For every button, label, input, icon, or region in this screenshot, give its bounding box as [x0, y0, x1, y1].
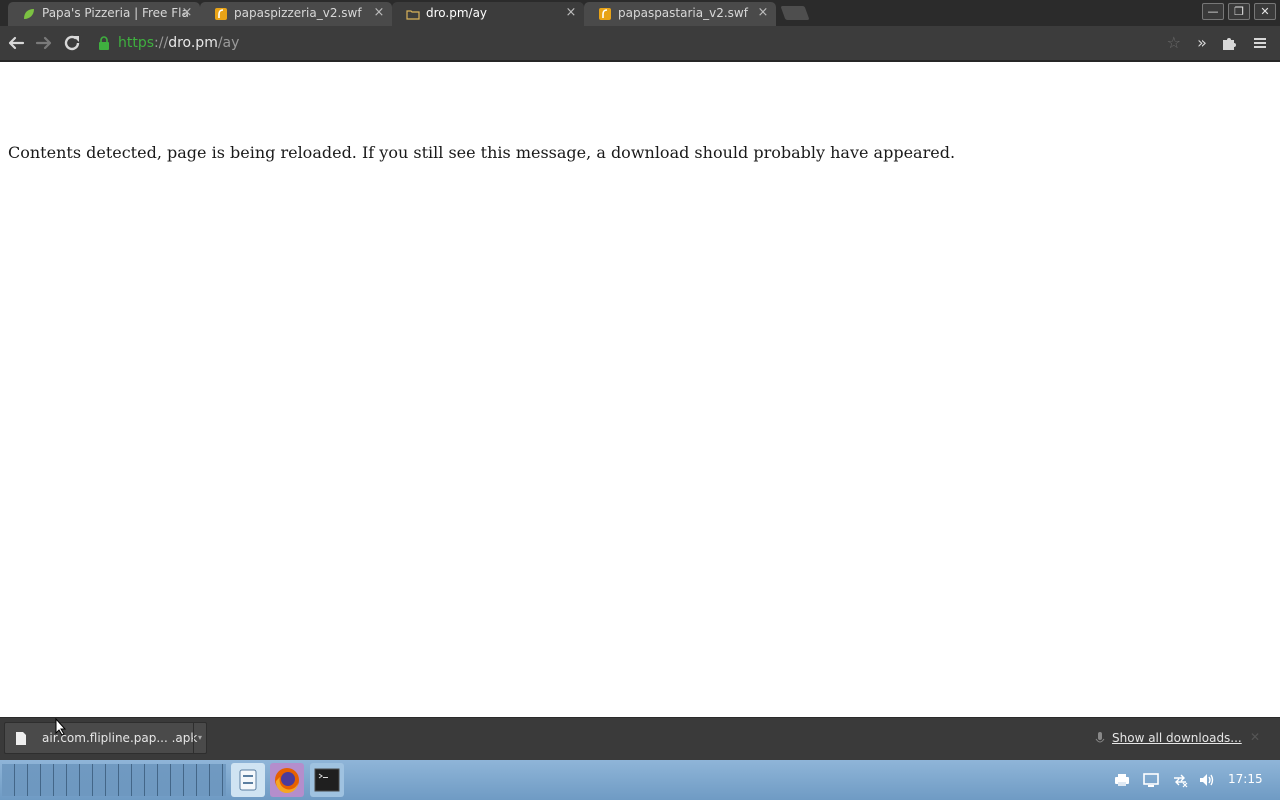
tab-papaspizzeria-swf[interactable]: papaspizzeria_v2.swf × [200, 2, 392, 26]
extensions-overflow-button[interactable]: » [1190, 31, 1214, 55]
reload-button[interactable] [60, 31, 84, 55]
tab-title: papaspastaria_v2.swf [618, 6, 748, 20]
display-icon[interactable] [1142, 771, 1160, 789]
close-shelf-icon[interactable]: ✕ [1250, 730, 1260, 744]
terminal-icon [314, 768, 340, 792]
tab-papaspastaria-swf[interactable]: papaspastaria_v2.swf × [584, 2, 776, 26]
leaf-favicon-icon [24, 9, 34, 19]
flash-favicon-icon [599, 8, 611, 20]
extension-puzzle-button[interactable] [1217, 31, 1241, 55]
tab-title: dro.pm/ay [426, 6, 488, 20]
url-scheme: https [118, 35, 155, 51]
back-button[interactable] [4, 31, 28, 55]
files-icon [239, 769, 257, 791]
tab-close-icon[interactable]: × [180, 2, 194, 24]
show-all-downloads-link[interactable]: Show all downloads... [1112, 731, 1242, 745]
taskbar: 17:15 [0, 760, 1280, 800]
menu-button[interactable] [1248, 31, 1272, 55]
forward-arrow-icon [35, 36, 52, 50]
terminal-launcher[interactable] [310, 763, 344, 797]
puzzle-icon [1223, 38, 1236, 50]
url-host: dro.pm [168, 35, 218, 51]
folder-favicon-icon [406, 10, 420, 20]
files-launcher[interactable] [231, 763, 265, 797]
firefox-launcher[interactable] [270, 763, 304, 797]
network-disconnected-icon[interactable] [1171, 771, 1189, 789]
reload-message: Contents detected, page is being reloade… [8, 143, 956, 162]
download-item[interactable]: air.com.flipline.pap... .apk ▾ [4, 722, 207, 754]
restore-button[interactable]: ❐ [1228, 3, 1250, 20]
url-separator: :// [154, 35, 169, 51]
tab-dro-pm[interactable]: dro.pm/ay × [392, 2, 584, 26]
tab-close-icon[interactable]: × [372, 2, 386, 24]
url-path: /ay [217, 35, 240, 51]
bookmark-star-icon[interactable]: ☆ [1167, 34, 1181, 52]
tab-close-icon[interactable]: × [564, 2, 578, 24]
tab-strip: Papa's Pizzeria | Free Fla × papaspizzer… [0, 0, 1280, 26]
new-tab-button[interactable] [780, 6, 810, 20]
flash-favicon-icon [215, 8, 227, 20]
lock-icon [99, 36, 109, 50]
tab-papas-pizzeria[interactable]: Papa's Pizzeria | Free Fla × [8, 2, 200, 26]
tab-title: papaspizzeria_v2.swf [234, 6, 362, 20]
mouse-cursor-icon [55, 718, 67, 736]
printer-icon[interactable] [1113, 771, 1131, 789]
workspace-switcher[interactable] [2, 764, 226, 796]
volume-icon[interactable] [1198, 771, 1216, 789]
download-arrow-icon [1095, 732, 1105, 743]
firefox-icon [275, 768, 299, 794]
clock[interactable]: 17:15 [1228, 772, 1263, 786]
download-menu-button[interactable]: ▾ [193, 723, 206, 753]
tab-title: Papa's Pizzeria | Free Fla [42, 6, 189, 20]
url-text: https://dro.pm/ay [118, 32, 239, 54]
reload-icon [64, 35, 80, 51]
tab-close-icon[interactable]: × [756, 2, 770, 24]
forward-button[interactable] [32, 31, 56, 55]
close-window-button[interactable]: ✕ [1254, 3, 1276, 20]
address-bar[interactable]: https://dro.pm/ay ☆ [94, 32, 1189, 54]
hamburger-menu-icon [1254, 38, 1266, 48]
minimize-button[interactable]: — [1202, 3, 1224, 20]
page-content: Contents detected, page is being reloade… [0, 62, 1280, 717]
download-shelf: air.com.flipline.pap... .apk ▾ Show all … [0, 717, 1280, 761]
back-arrow-icon [8, 36, 25, 50]
browser-toolbar: https://dro.pm/ay ☆ » [0, 26, 1280, 62]
file-icon [16, 732, 26, 745]
